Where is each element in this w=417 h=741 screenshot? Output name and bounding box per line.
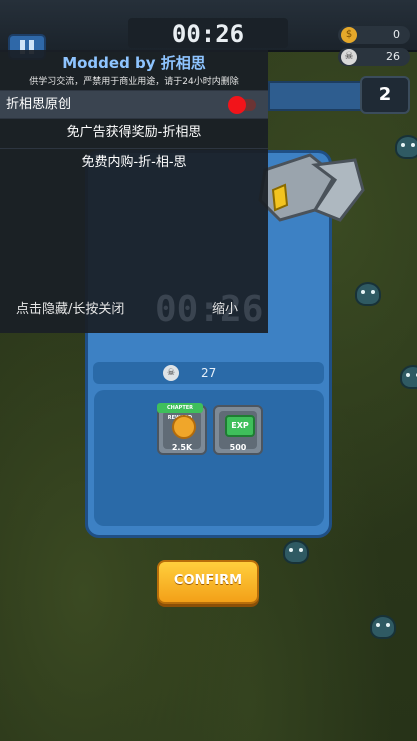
mod-menu-disclaimer: 供学习交流，严禁用于商业用途，请于24小时内删除 [29,77,239,87]
mod-toggle-switch[interactable] [228,96,256,114]
skull-icon: ☠ [341,49,357,65]
chapter-reward-chip: CHAPTER REWARD [157,403,203,421]
coin-counter: $ 0 [338,26,410,44]
game-timer: 00:26 [128,18,288,48]
enemy-sprite [355,282,381,306]
exp-reward-amount: 500 [229,443,247,452]
coin-count: 0 [393,28,400,41]
ghost-timer: 00:26 [155,289,264,330]
mod-hide-button[interactable]: 点击隐藏/长按关闭 [16,288,124,332]
enemy-sprite [370,615,396,639]
mod-minimize-button[interactable]: 缩小 [212,288,238,332]
mod-menu-panel: Modded by 折相思 供学习交流，严禁用于商业用途，请于24小时内删除 折… [0,50,268,333]
confirm-button[interactable]: CONFIRM [157,560,259,604]
level-indicator: 2 [360,76,410,114]
xp-bar [268,81,362,111]
mod-menu-title: Modded by 折相思 [62,54,206,72]
mod-menu-footer: 00:26 点击隐藏/长按关闭 缩小 [0,288,268,332]
enemy-sprite [395,135,417,159]
rewards-panel [94,390,324,526]
mod-option-no-ads[interactable]: 免广告获得奖励-折相思 [0,118,268,147]
kill-count: 26 [386,50,400,63]
mod-toggle-row[interactable]: 折相思原创 [0,90,268,119]
kills-value: 27 [201,366,217,380]
coin-icon: $ [341,27,357,43]
exp-icon: EXP [225,415,255,437]
skull-icon: ☠ [163,365,179,381]
exp-reward-tile: EXP 500 [213,405,263,455]
coin-reward-tile: CHAPTER REWARD 2.5K [157,403,207,455]
enemy-sprite [400,365,417,389]
stone-wing-badge-icon [258,153,365,222]
top-hud: 00:26 $ 0 [0,0,417,52]
coin-icon [172,415,196,439]
kills-summary: ☠ 27 [93,362,324,384]
coin-reward-amount: 2.5K [171,443,193,452]
kill-counter: ☠ 26 [338,48,410,66]
mod-toggle-label: 折相思原创 [6,97,72,112]
enemy-sprite [283,540,309,564]
mod-option-free-iap[interactable]: 免费内购-折-相-思 [0,148,268,177]
